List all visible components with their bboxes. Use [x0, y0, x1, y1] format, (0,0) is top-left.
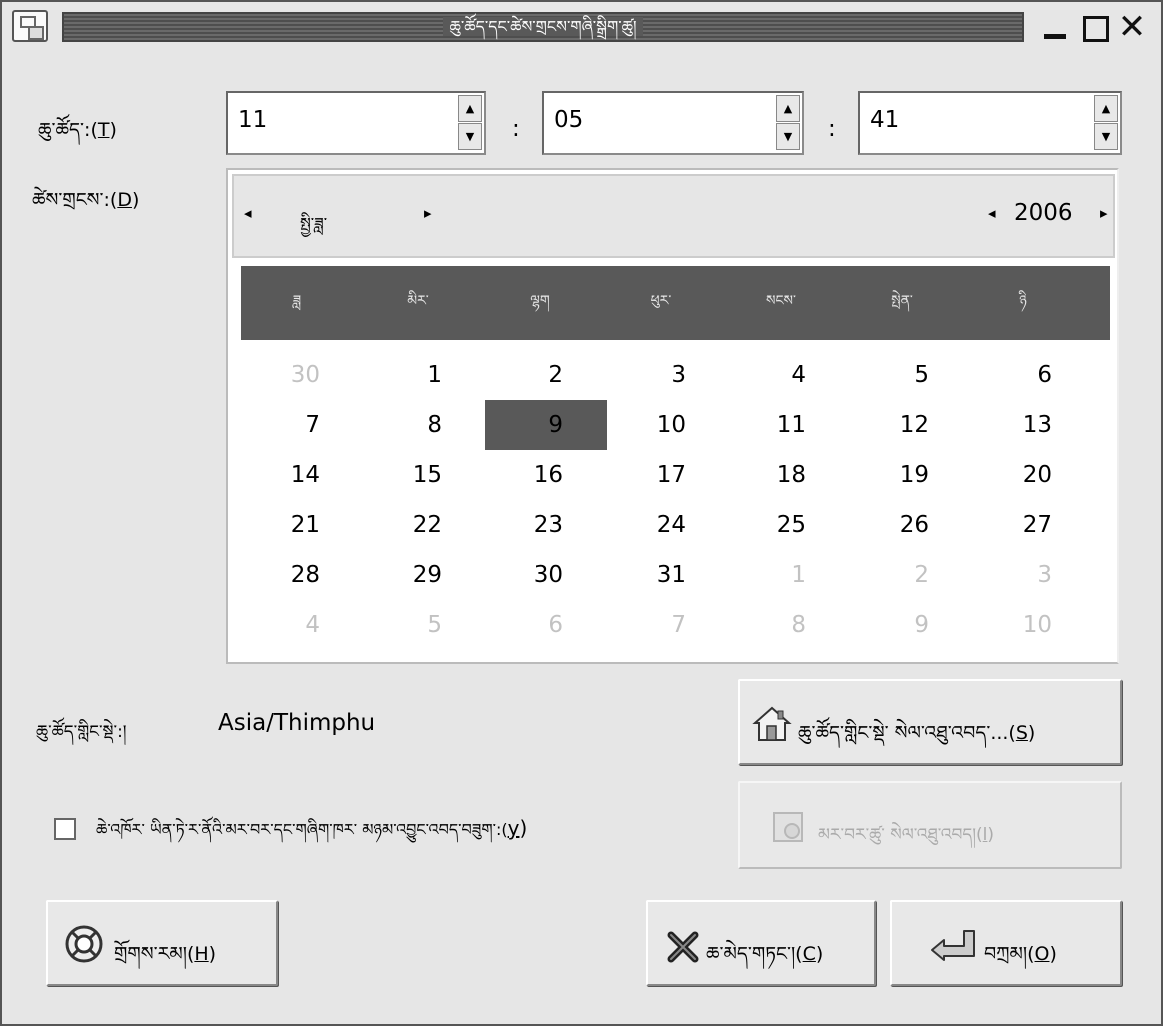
second-spinner[interactable]: 41 ▲ ▼: [858, 91, 1122, 155]
calendar-day[interactable]: 8: [746, 612, 806, 638]
calendar-day[interactable]: 1: [746, 562, 806, 588]
weekday-name: ལྷག: [530, 293, 550, 309]
dialog-window: ཆུ་ཚོད་དང་ཚེས་གྲངས་གཞི་སྒྲིག་ཚུ། ✕ ཆུ་ཚོ…: [0, 0, 1163, 1026]
calendar-day[interactable]: 31: [626, 562, 686, 588]
calendar-day[interactable]: 3: [992, 562, 1052, 588]
calendar[interactable]: ◂ སྤྱི་ཟླ་ ▸ ◂ 2006 ▸ ཟླ མིར་ ལྷག ཕུར་ ས…: [226, 168, 1119, 664]
calendar-day[interactable]: 6: [503, 612, 563, 638]
calendar-day[interactable]: 20: [992, 462, 1052, 488]
window-title: ཆུ་ཚོད་དང་ཚེས་གྲངས་གཞི་སྒྲིག་ཚུ།: [443, 17, 643, 36]
calendar-day[interactable]: 2: [869, 562, 929, 588]
calendar-day[interactable]: 8: [382, 412, 442, 438]
close-button[interactable]: ✕: [1114, 10, 1150, 44]
calendar-day[interactable]: 5: [869, 362, 929, 388]
minute-up-icon[interactable]: ▲: [776, 95, 800, 122]
minute-spinner[interactable]: 05 ▲ ▼: [542, 91, 804, 155]
home-icon: [752, 706, 792, 741]
calendar-day[interactable]: 6: [992, 362, 1052, 388]
title-bar[interactable]: ཆུ་ཚོད་དང་ཚེས་གྲངས་གཞི་སྒྲིག་ཚུ། ✕: [2, 2, 1161, 52]
calendar-day[interactable]: 19: [869, 462, 929, 488]
weekday-name: ཟླ: [292, 293, 302, 309]
calendar-day[interactable]: 9: [869, 612, 929, 638]
calendar-day[interactable]: 1: [382, 362, 442, 388]
maximize-button[interactable]: [1076, 10, 1112, 44]
ok-arrow-icon: [931, 930, 975, 961]
next-year-icon[interactable]: ▸: [1100, 204, 1108, 222]
calendar-day[interactable]: 11: [746, 412, 806, 438]
calendar-day[interactable]: 29: [382, 562, 442, 588]
calendar-day[interactable]: 23: [503, 512, 563, 538]
hour-up-icon[interactable]: ▲: [458, 95, 482, 122]
calendar-day-selected[interactable]: 9: [503, 412, 563, 438]
calendar-day[interactable]: 2: [503, 362, 563, 388]
time-separator: :: [512, 116, 520, 142]
calendar-day[interactable]: 28: [260, 562, 320, 588]
calendar-day[interactable]: 14: [260, 462, 320, 488]
calendar-day[interactable]: 7: [260, 412, 320, 438]
calendar-year: 2006: [1014, 200, 1073, 226]
weekday-name: མིར་: [407, 293, 429, 309]
lifebuoy-icon: [65, 925, 103, 963]
cancel-button[interactable]: ཆ་མེད་གཏང་།(C): [646, 900, 876, 986]
timezone-value: Asia/Thimphu: [218, 710, 376, 736]
calendar-day[interactable]: 10: [626, 412, 686, 438]
timezone-label: ཆུ་ཚོད་གླིང་སྡེ་:།: [36, 722, 127, 742]
calendar-day[interactable]: 25: [746, 512, 806, 538]
calendar-day[interactable]: 22: [382, 512, 442, 538]
calendar-day[interactable]: 17: [626, 462, 686, 488]
calendar-header: ◂ སྤྱི་ཟླ་ ▸ ◂ 2006 ▸: [232, 174, 1115, 258]
prev-month-icon[interactable]: ◂: [244, 204, 252, 222]
calendar-day[interactable]: 21: [260, 512, 320, 538]
title-strip[interactable]: ཆུ་ཚོད་དང་ཚེས་གྲངས་གཞི་སྒྲིག་ཚུ།: [62, 12, 1024, 42]
weekday-name: ཉི: [1019, 293, 1027, 309]
calendar-day[interactable]: 30: [503, 562, 563, 588]
weekday-name: སངས་: [766, 293, 796, 309]
minute-value[interactable]: 05: [554, 107, 583, 133]
calendar-month: སྤྱི་ཟླ་: [300, 214, 328, 233]
calendar-day[interactable]: 10: [992, 612, 1052, 638]
next-month-icon[interactable]: ▸: [424, 204, 432, 222]
calendar-day[interactable]: 5: [382, 612, 442, 638]
window-icon[interactable]: [12, 10, 48, 42]
date-label: ཚེས་གྲངས་:(D): [32, 189, 140, 211]
hour-spinner[interactable]: 11 ▲ ▼: [226, 91, 486, 155]
time-label: ཆུ་ཚོད་:(T): [38, 119, 117, 141]
select-servers-button[interactable]: མར་བར་ཚུ་ སེལ་འཐུ་འབད།(l): [738, 781, 1122, 869]
calendar-day[interactable]: 16: [503, 462, 563, 488]
ok-button[interactable]: བཀྲམ།(O): [890, 900, 1122, 986]
calendar-day[interactable]: 12: [869, 412, 929, 438]
calendar-day[interactable]: 18: [746, 462, 806, 488]
server-icon: [773, 812, 803, 842]
weekday-name: སྤེན་: [891, 293, 913, 309]
calendar-day[interactable]: 15: [382, 462, 442, 488]
calendar-day[interactable]: 3: [626, 362, 686, 388]
weekday-header: ཟླ མིར་ ལྷག ཕུར་ སངས་ སྤེན་ ཉི: [241, 266, 1110, 340]
calendar-day[interactable]: 13: [992, 412, 1052, 438]
help-button[interactable]: གྲོགས་རམ།(H): [46, 900, 278, 986]
hour-down-icon[interactable]: ▼: [458, 123, 482, 150]
cancel-x-icon: [667, 931, 699, 963]
calendar-day[interactable]: 24: [626, 512, 686, 538]
calendar-day[interactable]: 4: [260, 612, 320, 638]
minute-down-icon[interactable]: ▼: [776, 123, 800, 150]
calendar-day[interactable]: 27: [992, 512, 1052, 538]
second-down-icon[interactable]: ▼: [1094, 123, 1118, 150]
close-icon: ✕: [1117, 7, 1147, 47]
second-value[interactable]: 41: [870, 107, 899, 133]
calendar-day[interactable]: 7: [626, 612, 686, 638]
calendar-day[interactable]: 30: [260, 362, 320, 388]
sync-checkbox-label[interactable]: ཆེ་འཁོར་ ཡིན་ཏེ་ར་ནོའི་མར་བར་དང་གཞིག་ཁར་…: [96, 812, 527, 857]
calendar-day[interactable]: 4: [746, 362, 806, 388]
hour-value[interactable]: 11: [238, 107, 267, 133]
minimize-button[interactable]: [1038, 10, 1074, 44]
select-timezone-button[interactable]: ཆུ་ཚོད་གླིང་སྡེ་ སེལ་འཐུ་འབད་...(S): [738, 679, 1122, 765]
weekday-name: ཕུར་: [650, 293, 672, 309]
sync-checkbox[interactable]: [54, 818, 76, 840]
prev-year-icon[interactable]: ◂: [988, 204, 996, 222]
calendar-day[interactable]: 26: [869, 512, 929, 538]
second-up-icon[interactable]: ▲: [1094, 95, 1118, 122]
time-separator-2: :: [828, 116, 836, 142]
